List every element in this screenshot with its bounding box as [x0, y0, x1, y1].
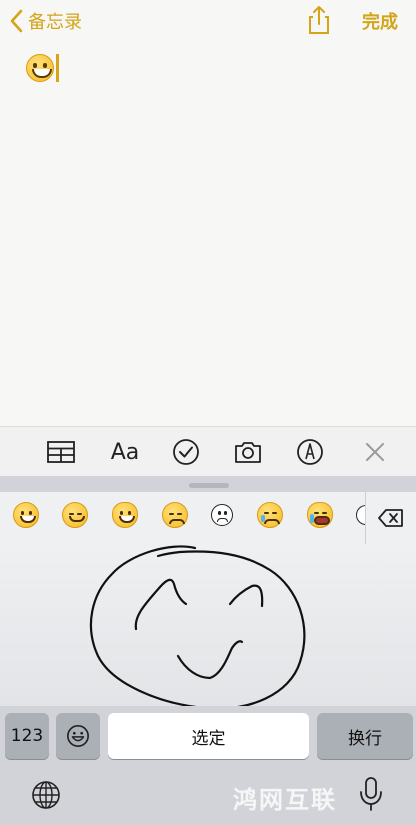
keyboard-bottom-bar: 鸿网互联	[0, 766, 416, 825]
disappointed-face-emoji-key[interactable]	[162, 502, 188, 528]
select-key[interactable]: 选定	[108, 713, 309, 759]
note-content[interactable]	[26, 54, 59, 82]
handwritten-smiley-drawing	[89, 545, 306, 706]
checklist-icon	[173, 439, 199, 465]
markup-button[interactable]	[293, 435, 327, 469]
grinning-face-emoji-key[interactable]	[13, 502, 39, 528]
emoji-key[interactable]	[56, 713, 100, 759]
newline-key[interactable]: 换行	[317, 713, 413, 759]
markup-pen-icon	[297, 439, 323, 465]
crying-face-emoji-key[interactable]	[257, 502, 283, 528]
keyboard: 123 选定 换行 鸿网互联	[0, 476, 416, 825]
checklist-button[interactable]	[169, 435, 203, 469]
emoji-suggestion-strip	[0, 492, 416, 544]
navigation-bar: 备忘录 完成	[0, 0, 416, 44]
share-icon[interactable]	[303, 4, 335, 36]
grinning-face-emoji	[26, 54, 54, 82]
delete-button[interactable]	[365, 492, 416, 544]
grinning-cat-emoji-key[interactable]	[112, 502, 138, 528]
smiling-face-emoji-key[interactable]	[62, 502, 88, 528]
close-toolbar-button[interactable]	[358, 435, 392, 469]
camera-button[interactable]	[231, 435, 265, 469]
camera-icon	[235, 442, 261, 463]
handwriting-canvas[interactable]	[0, 544, 416, 706]
emoji-icon	[67, 725, 89, 747]
drag-handle[interactable]	[189, 483, 229, 488]
note-paper[interactable]	[0, 0, 416, 426]
crying-cat-emoji-key[interactable]	[307, 502, 333, 528]
globe-icon[interactable]	[31, 780, 61, 810]
back-button[interactable]: 备忘录	[8, 6, 82, 36]
table-button[interactable]	[44, 435, 78, 469]
table-icon	[47, 441, 75, 463]
text-cursor	[56, 54, 59, 82]
microphone-icon[interactable]	[358, 776, 384, 812]
back-button-label: 备忘录	[28, 12, 82, 33]
watermark: 鸿网互联	[233, 786, 337, 814]
delete-backspace-icon	[378, 509, 403, 527]
close-icon	[366, 443, 384, 461]
chevron-left-icon	[10, 9, 23, 33]
formatting-toolbar: Aa	[0, 426, 416, 477]
frowning-face-emoji-key[interactable]	[211, 504, 233, 526]
numbers-key[interactable]: 123	[5, 713, 49, 759]
done-button[interactable]: 完成	[362, 8, 398, 34]
format-text-button[interactable]: Aa	[108, 435, 142, 469]
